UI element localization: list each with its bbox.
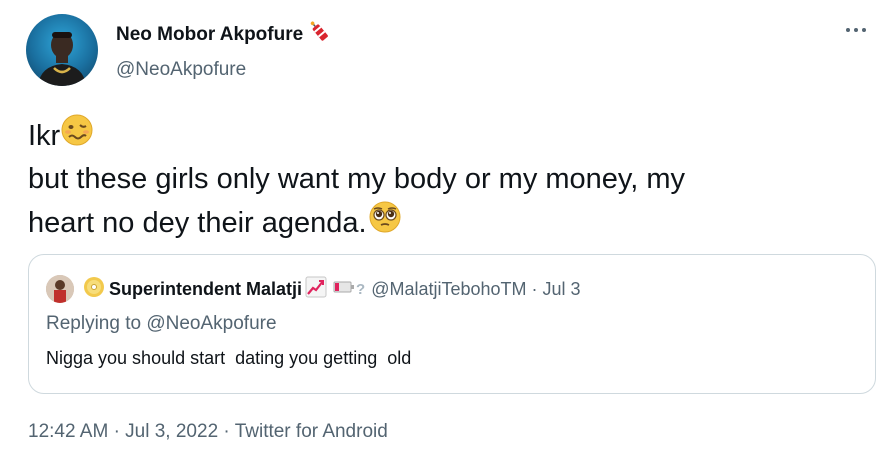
quoted-tweet-header: Superintendent Malatji ? @MalatjiTebohoT… — [46, 275, 581, 303]
meta-separator-1: · — [113, 421, 120, 442]
question-icon: ? — [356, 280, 366, 298]
quoted-date[interactable]: Jul 3 — [543, 279, 581, 300]
tweet-time[interactable]: 12:42 AM — [28, 421, 108, 442]
quoted-author-avatar[interactable] — [46, 275, 74, 303]
pleading-face-icon — [367, 200, 403, 246]
tweet-source[interactable]: Twitter for Android — [235, 421, 388, 442]
tweet-line-2-text: but these girls only want my body or my … — [28, 163, 686, 195]
firecracker-icon — [307, 19, 331, 51]
author-name-row[interactable]: Neo Mobor Akpofure — [116, 19, 331, 51]
dvd-icon — [82, 275, 106, 304]
more-icon — [846, 28, 866, 32]
tweet-text: Ikr but these girls only want my body or… — [28, 113, 858, 246]
tweet-line-2: but these girls only want my body or my … — [28, 159, 858, 200]
tweet-line-3: heart no dey their agenda. — [28, 200, 858, 246]
tweet-date[interactable]: Jul 3, 2022 — [125, 421, 218, 442]
replying-to-prefix: Replying to — [46, 313, 147, 334]
replying-to: Replying to @NeoAkpofure — [46, 313, 277, 335]
quoted-author-handle[interactable]: @MalatjiTebohoTM — [371, 279, 526, 300]
author-display-name[interactable]: Neo Mobor Akpofure — [116, 22, 303, 48]
tweet-line-3-text: heart no dey their agenda. — [28, 206, 367, 239]
author-handle[interactable]: @NeoAkpofure — [116, 57, 331, 83]
more-options-button[interactable] — [842, 20, 870, 40]
chart-increasing-icon — [305, 276, 327, 303]
tweet-line-1: Ikr — [28, 113, 858, 159]
tweet-meta: 12:42 AM · Jul 3, 2022 · Twitter for And… — [28, 421, 388, 443]
quoted-author-name[interactable]: Superintendent Malatji — [109, 279, 302, 300]
author-info: Neo Mobor Akpofure @NeoAkpofure — [116, 19, 331, 83]
woozy-face-icon — [60, 113, 94, 159]
quoted-separator: · — [531, 278, 538, 299]
battery-low-icon — [333, 280, 355, 299]
author-avatar[interactable] — [26, 14, 98, 86]
quoted-tweet-text: Nigga you should start dating you gettin… — [46, 348, 412, 368]
quoted-tweet[interactable]: Superintendent Malatji ? @MalatjiTebohoT… — [28, 254, 876, 394]
replying-to-handle[interactable]: @NeoAkpofure — [146, 313, 276, 334]
tweet-card: Neo Mobor Akpofure @NeoAkpofure Ikr but … — [0, 0, 892, 463]
tweet-line-1-text: Ikr — [28, 119, 61, 152]
meta-separator-2: · — [223, 421, 230, 442]
